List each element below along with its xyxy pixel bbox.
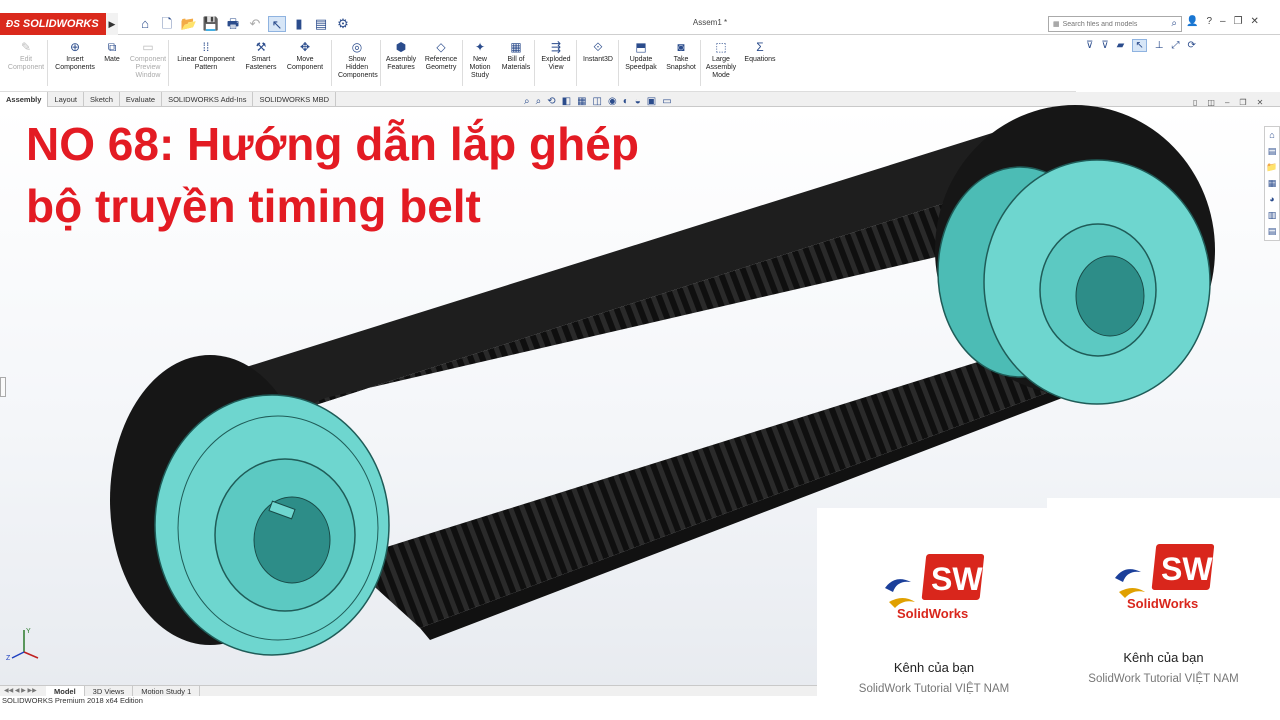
apply-scene-icon[interactable]: ▣ — [647, 96, 656, 107]
file-explorer-icon[interactable]: 📁 — [1266, 161, 1278, 174]
section-view-icon[interactable]: ◧ — [562, 96, 571, 107]
channel-card[interactable]: SW SolidWorks Kênh của bạn SolidWork Tut… — [1047, 498, 1280, 720]
display-style-icon[interactable]: ◉ — [608, 96, 617, 107]
channel-card[interactable]: SW SolidWorks Kênh của bạn SolidWork Tut… — [817, 508, 1051, 720]
headline-line-2: bộ truyền timing belt — [26, 180, 481, 232]
viewport-window-controls: ▯ ◫ – ❐ ✕ — [1193, 98, 1263, 107]
previous-view-icon[interactable]: ⟲ — [547, 96, 555, 107]
solidworks-logo-text: SolidWorks — [897, 606, 968, 621]
solidworks-logo-text: SolidWorks — [1127, 596, 1198, 611]
coordinate-triad-icon: Y Z — [6, 628, 39, 662]
solidworks-brand-logo: SW SolidWorks — [1115, 544, 1215, 611]
viewport-restore-icon[interactable]: ❐ — [1239, 98, 1246, 107]
viewport-minimize-icon[interactable]: – — [1225, 98, 1229, 107]
bottom-strip — [0, 706, 820, 720]
dynamic-annotation-icon[interactable]: ▦ — [577, 96, 586, 107]
view-palette-icon[interactable]: ▦ — [1266, 177, 1278, 190]
solidworks-brand-logo: SW SolidWorks — [885, 554, 985, 621]
solidworks-resources-icon[interactable]: ⌂ — [1266, 129, 1278, 142]
headline-line-1: NO 68: Hướng dẫn lắp ghép — [26, 118, 639, 170]
task-pane: ⌂ ▤ 📁 ▦ ◕ ▥ ▤ — [1264, 126, 1280, 241]
design-library-icon[interactable]: ▤ — [1266, 145, 1278, 158]
status-bar: SOLIDWORKS Premium 2018 x64 Edition — [0, 696, 820, 706]
tab-motion-study[interactable]: Motion Study 1 — [133, 686, 201, 696]
zoom-to-fit-icon[interactable]: ⌕ — [524, 96, 530, 107]
channel-name: Kênh của bạn — [1123, 650, 1204, 665]
tab-model[interactable]: Model — [46, 686, 85, 696]
right-pulley-bore — [1075, 255, 1145, 337]
hide-show-items-icon[interactable]: ◐ — [623, 96, 629, 107]
tab-3d-views[interactable]: 3D Views — [85, 686, 134, 696]
edit-appearance-icon[interactable]: ◒ — [635, 96, 641, 107]
view-orientation-icon[interactable]: ◫ — [593, 96, 602, 107]
channel-subtitle: SolidWork Tutorial VIỆT NAM — [1088, 673, 1239, 685]
svg-text:Y: Y — [26, 628, 31, 635]
tab-scroll-arrows-icon[interactable]: ◀◀ ◀ ▶ ▶▶ — [0, 686, 46, 696]
feature-tree-collapse-handle[interactable] — [0, 377, 6, 397]
appearances-icon[interactable]: ◕ — [1266, 193, 1278, 206]
bottom-tabs: ◀◀ ◀ ▶ ▶▶ Model 3D Views Motion Study 1 — [0, 685, 820, 696]
viewport-close-icon[interactable]: ✕ — [1257, 98, 1264, 107]
heads-up-toolbar: ⌕ ⌕ ⟲ ◧ ▦ ◫ ◉ ◐ ◒ ▣ ▭ — [524, 96, 672, 107]
solidworks-forum-icon[interactable]: ▤ — [1266, 225, 1278, 238]
viewport-tile-icon[interactable]: ▯ — [1193, 98, 1197, 107]
custom-properties-icon[interactable]: ▥ — [1266, 209, 1278, 222]
viewport-split-icon[interactable]: ◫ — [1207, 98, 1215, 107]
sw-badge-text: SW — [1161, 551, 1213, 587]
channel-name: Kênh của bạn — [893, 660, 975, 675]
view-settings-icon[interactable]: ▭ — [662, 96, 671, 107]
zoom-area-icon[interactable]: ⌕ — [536, 96, 542, 107]
sw-badge-text: SW — [931, 561, 983, 597]
channel-subtitle: SolidWork Tutorial VIỆT NAM — [858, 683, 1010, 695]
svg-text:Z: Z — [6, 655, 11, 662]
video-headline: NO 68: Hướng dẫn lắp ghép bộ truyền timi… — [26, 113, 786, 237]
